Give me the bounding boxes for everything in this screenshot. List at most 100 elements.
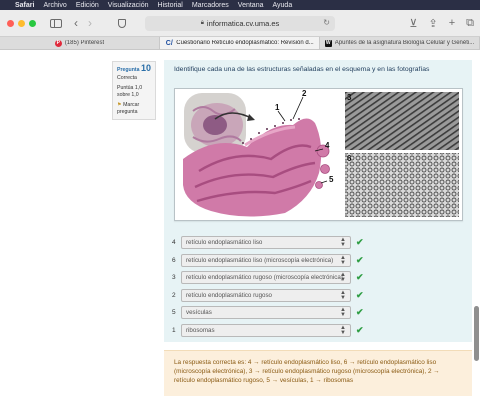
answer-select-value: vesículas xyxy=(186,309,212,317)
select-arrows-icon: ▲ ▼ xyxy=(340,237,346,249)
correct-check-icon: ✔ xyxy=(356,254,364,265)
menu-ayuda[interactable]: Ayuda xyxy=(272,2,292,9)
question-grade: Puntúa 1,0 sobre 1,0 xyxy=(117,85,143,98)
answer-select-value: retículo endoplasmático liso (microscopí… xyxy=(186,256,334,264)
micrograph-smooth-er xyxy=(345,153,459,217)
url-text: informatica.cv.uma.es xyxy=(206,19,280,28)
question-state: Correcta xyxy=(117,74,137,81)
er-diagram-image: 1 2 4 5 3 6 xyxy=(174,88,463,221)
correct-check-icon: ✔ xyxy=(356,324,364,335)
tab-cuestionario[interactable]: C/ Cuestionario Retículo endoplasmático:… xyxy=(160,37,320,49)
leader-line-1 xyxy=(277,110,286,122)
menu-archivo[interactable]: Archivo xyxy=(43,2,66,9)
answer-select[interactable]: retículo endoplasmático liso (microscopí… xyxy=(181,253,351,267)
menu-safari[interactable]: Safari xyxy=(15,2,34,9)
select-arrows-icon: ▲ ▼ xyxy=(340,307,346,319)
question-text: Identifique cada una de las estructuras … xyxy=(174,66,430,73)
flag-question-link[interactable]: ⚑ Marcar pregunta xyxy=(117,102,151,115)
answer-select-value: retículo endoplasmático rugoso (microsco… xyxy=(186,274,343,282)
answer-row-number: 6 xyxy=(172,256,176,264)
answer-row-number: 2 xyxy=(172,291,176,299)
answer-row: 1 ribosomas ▲ ▼ ✔ xyxy=(172,322,364,340)
menu-historial[interactable]: Historial xyxy=(158,2,183,9)
answer-select[interactable]: vesículas ▲ ▼ xyxy=(181,306,351,320)
answer-select-value: retículo endoplasmático liso xyxy=(186,239,263,247)
moodle-icon: C/ xyxy=(165,39,173,47)
tab-label: Apuntes de la asignatura Biología Celula… xyxy=(334,40,475,46)
address-bar[interactable]: 🔒︎ informatica.cv.uma.es ↻ xyxy=(145,16,335,31)
figure-label-4: 4 xyxy=(325,141,330,150)
zoom-arrowhead xyxy=(247,114,255,121)
tab-overview-icon[interactable]: ⧉ xyxy=(466,15,474,31)
flag-icon: ⚑ xyxy=(117,102,122,109)
menu-visualizacion[interactable]: Visualización xyxy=(108,2,149,9)
answer-select[interactable]: ribosomas ▲ ▼ xyxy=(181,323,351,337)
reload-icon[interactable]: ↻ xyxy=(323,18,330,27)
leader-line-5 xyxy=(320,180,328,184)
wuolah-icon: W xyxy=(324,39,332,47)
close-window-button[interactable] xyxy=(7,19,14,27)
back-icon[interactable]: ‹ xyxy=(74,15,78,31)
select-arrows-icon: ▲ ▼ xyxy=(340,254,346,266)
select-arrows-icon: ▲ ▼ xyxy=(340,324,346,336)
tab-apuntes[interactable]: W Apuntes de la asignatura Biología Celu… xyxy=(320,37,480,49)
answer-row: 5 vesículas ▲ ▼ ✔ xyxy=(172,304,364,322)
figure-label-1: 1 xyxy=(275,103,280,112)
sidebar-toggle-icon[interactable] xyxy=(50,18,62,28)
question-number: 10 xyxy=(140,63,151,73)
question-label: Pregunta xyxy=(117,67,140,73)
answer-select[interactable]: retículo endoplasmático liso ▲ ▼ xyxy=(181,236,351,250)
answer-select-value: retículo endoplasmático rugoso xyxy=(186,291,272,299)
answer-row: 3 retículo endoplasmático rugoso (micros… xyxy=(172,269,364,287)
pinterest-icon: P xyxy=(54,39,62,47)
question-content-box: Identifique cada una de las estructuras … xyxy=(164,60,472,342)
tab-label: (185) Pinterest xyxy=(64,40,105,46)
tab-pinterest[interactable]: P (185) Pinterest xyxy=(0,37,160,49)
toolbar-right-actions: ⊻ ⇪ + ⧉ xyxy=(409,15,474,31)
forward-icon[interactable]: › xyxy=(88,15,92,31)
answer-select-value: ribosomas xyxy=(186,326,215,334)
leader-line-2 xyxy=(292,96,304,120)
figure-label-5: 5 xyxy=(329,175,334,184)
menu-edicion[interactable]: Edición xyxy=(76,2,99,9)
privacy-shield-icon[interactable] xyxy=(118,18,126,28)
answer-row: 4 retículo endoplasmático liso ▲ ▼ ✔ xyxy=(172,234,364,252)
answer-row-number: 4 xyxy=(172,239,176,247)
menu-ventana[interactable]: Ventana xyxy=(238,2,264,9)
answer-select[interactable]: retículo endoplasmático rugoso (microsco… xyxy=(181,271,351,285)
question-info-panel: Pregunta 10 Correcta Puntúa 1,0 sobre 1,… xyxy=(112,61,156,120)
select-arrows-icon: ▲ ▼ xyxy=(340,272,346,284)
answer-rows: 4 retículo endoplasmático liso ▲ ▼ ✔ 6 re… xyxy=(172,234,364,339)
page-content: Pregunta 10 Correcta Puntúa 1,0 sobre 1,… xyxy=(0,50,480,396)
macos-menu-bar: Safari Archivo Edición Visualización His… xyxy=(0,0,480,10)
downloads-icon[interactable]: ⊻ xyxy=(409,15,417,31)
browser-toolbar: ‹ › 🔒︎ informatica.cv.uma.es ↻ ⊻ ⇪ + ⧉ xyxy=(0,10,480,36)
figure-label-2: 2 xyxy=(302,89,307,98)
correct-answer-feedback: La respuesta correcta es: 4 → retículo e… xyxy=(164,350,472,396)
window-controls xyxy=(7,19,36,27)
answer-row: 2 retículo endoplasmático rugoso ▲ ▼ ✔ xyxy=(172,287,364,305)
answer-row: 6 retículo endoplasmático liso (microsco… xyxy=(172,252,364,270)
figure-label-3: 3 xyxy=(347,93,352,102)
select-arrows-icon: ▲ ▼ xyxy=(340,289,346,301)
menu-marcadores[interactable]: Marcadores xyxy=(192,2,229,9)
correct-check-icon: ✔ xyxy=(356,307,364,318)
share-icon[interactable]: ⇪ xyxy=(428,15,437,31)
correct-check-icon: ✔ xyxy=(356,237,364,248)
answer-select[interactable]: retículo endoplasmático rugoso ▲ ▼ xyxy=(181,288,351,302)
answer-row-number: 5 xyxy=(172,309,176,317)
correct-check-icon: ✔ xyxy=(356,289,364,300)
new-tab-icon[interactable]: + xyxy=(449,15,455,31)
zoom-window-button[interactable] xyxy=(29,19,36,27)
correct-check-icon: ✔ xyxy=(356,272,364,283)
lock-icon: 🔒︎ xyxy=(200,20,204,26)
er-figure-svg: 1 2 4 5 3 6 xyxy=(183,89,459,217)
question-number-line: Pregunta 10 xyxy=(117,63,151,74)
micrograph-rough-er xyxy=(345,92,459,150)
answer-row-number: 3 xyxy=(172,274,176,282)
answer-row-number: 1 xyxy=(172,326,176,334)
page-scrollbar[interactable] xyxy=(474,306,479,361)
figure-label-6: 6 xyxy=(347,154,352,163)
minimize-window-button[interactable] xyxy=(18,19,25,27)
tab-label: Cuestionario Retículo endoplasmático: Re… xyxy=(176,40,314,46)
